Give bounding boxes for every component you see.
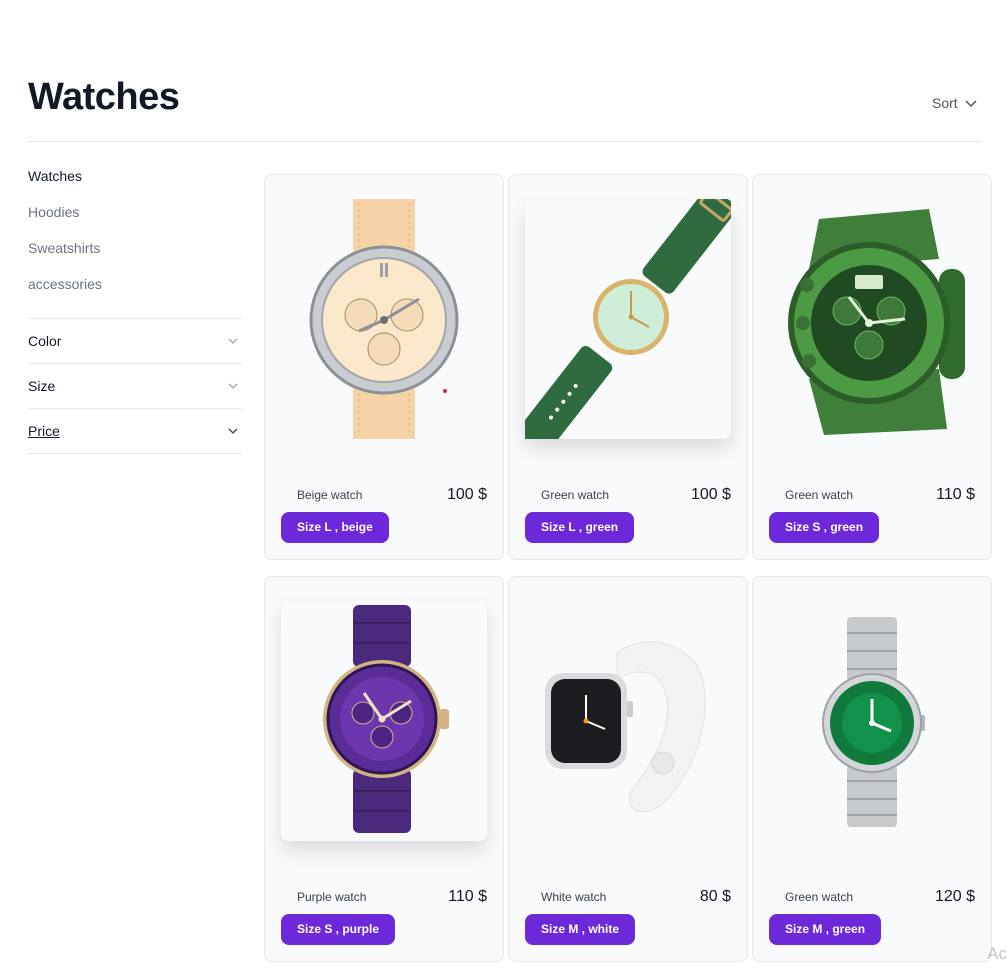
category-accessories[interactable]: accessories — [28, 266, 242, 302]
product-name: Green watch — [785, 890, 854, 904]
product-price: 100 $ — [446, 486, 487, 503]
chevron-down-icon — [965, 100, 977, 108]
product-image-beige-watch — [281, 199, 487, 439]
product-price: 110 $ — [448, 888, 487, 905]
category-sweatshirts[interactable]: Sweatshirts — [28, 230, 242, 266]
chevron-down-icon — [228, 338, 238, 344]
product-name: Green watch — [541, 488, 610, 502]
filter-color-label: Color — [28, 333, 62, 349]
product-image-green-sport-watch — [769, 199, 975, 439]
product-price: 80 $ — [699, 888, 731, 905]
product-name: Green watch — [785, 488, 854, 502]
page-title: Watches — [28, 76, 180, 118]
header-divider — [28, 141, 981, 142]
product-image-white-watch — [525, 601, 731, 841]
product-name: Purple watch — [297, 890, 367, 904]
product-image-purple-watch — [281, 601, 487, 841]
product-image-green-diver-watch — [769, 601, 975, 841]
product-grid: Beige watch 100 $ Size L , beige Green w… — [264, 174, 992, 962]
product-variant-tag[interactable]: Size M , green — [769, 914, 882, 945]
category-list: Watches Hoodies Sweatshirts accessories — [28, 158, 242, 302]
product-price: 120 $ — [934, 888, 975, 905]
filter-price-label: Price — [28, 423, 60, 439]
product-price: 100 $ — [690, 486, 731, 503]
product-card[interactable]: Purple watch 110 $ Size S , purple — [264, 576, 504, 962]
filter-size-label: Size — [28, 378, 56, 394]
product-card[interactable]: Green watch 120 $ Size M , green — [752, 576, 992, 962]
activation-watermark: Ac — [987, 944, 1007, 963]
sort-label: Sort — [932, 95, 958, 111]
product-card[interactable]: Green watch 110 $ Size S , green — [752, 174, 992, 560]
product-card[interactable]: Green watch 100 $ Size L , green — [508, 174, 748, 560]
product-variant-tag[interactable]: Size L , green — [525, 512, 635, 543]
category-watches[interactable]: Watches — [28, 158, 242, 194]
product-card[interactable]: White watch 80 $ Size M , white — [508, 576, 748, 962]
sidebar: Watches Hoodies Sweatshirts accessories … — [28, 158, 242, 454]
filter-size[interactable]: Size — [28, 364, 242, 409]
filter-color[interactable]: Color — [28, 319, 242, 364]
product-card[interactable]: Beige watch 100 $ Size L , beige — [264, 174, 504, 560]
product-variant-tag[interactable]: Size M , white — [525, 914, 636, 945]
chevron-down-icon — [228, 428, 238, 434]
product-name: Beige watch — [297, 488, 363, 502]
chevron-down-icon — [228, 383, 238, 389]
product-variant-tag[interactable]: Size S , green — [769, 512, 880, 543]
product-variant-tag[interactable]: Size L , beige — [281, 512, 389, 543]
category-hoodies[interactable]: Hoodies — [28, 194, 242, 230]
product-variant-tag[interactable]: Size S , purple — [281, 914, 396, 945]
sort-dropdown[interactable]: Sort — [932, 95, 978, 111]
product-name: White watch — [541, 890, 607, 904]
product-price: 110 $ — [936, 486, 975, 503]
product-image-green-watch — [525, 199, 731, 439]
filter-price[interactable]: Price — [28, 409, 242, 454]
